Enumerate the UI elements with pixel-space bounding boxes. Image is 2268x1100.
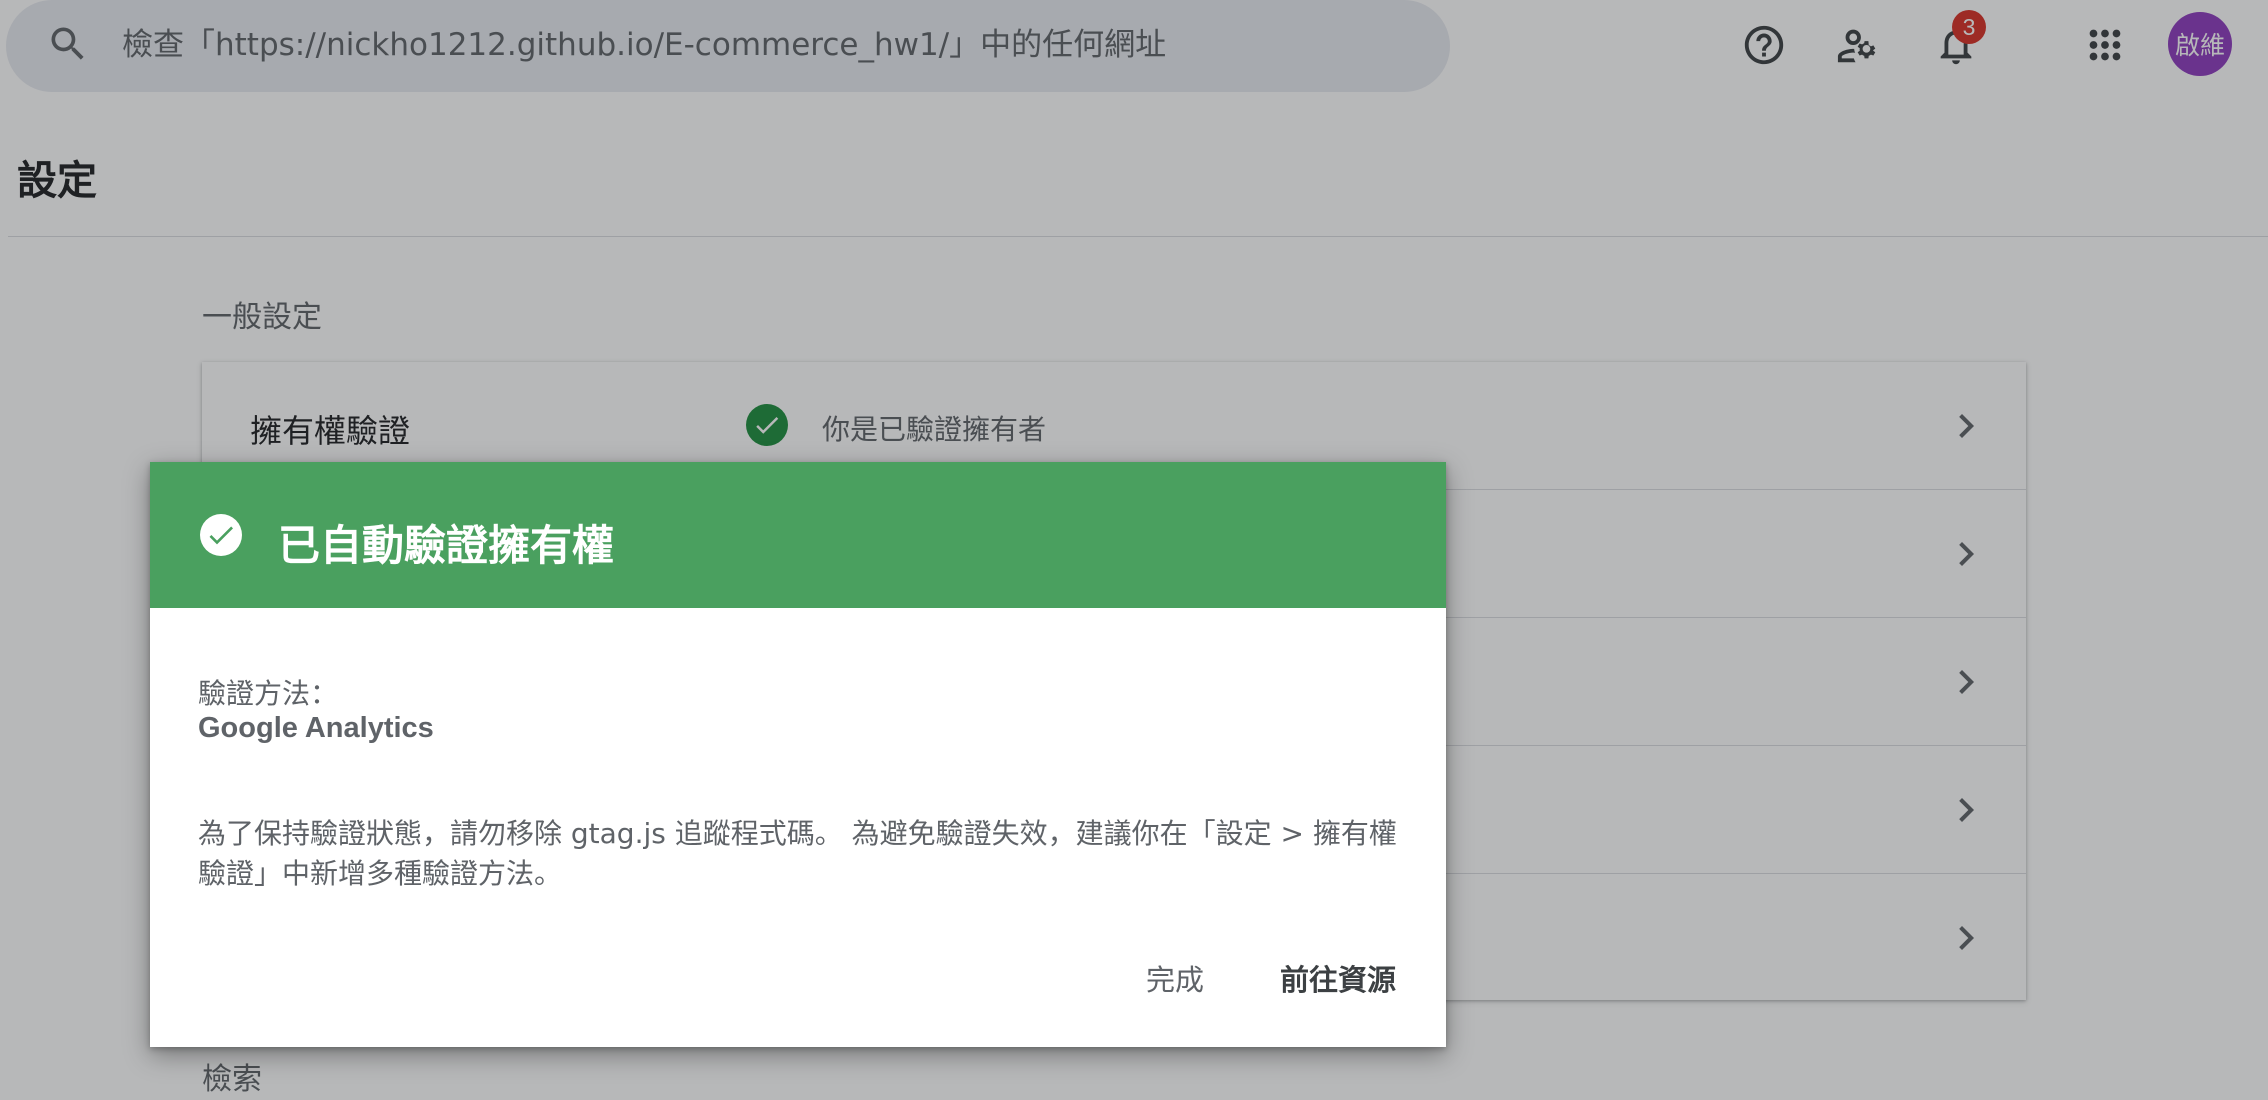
dialog-message: 為了保持驗證狀態，請勿移除 gtag.js 追蹤程式碼。 為避免驗證失效，建議你…	[198, 817, 1397, 890]
settings-page: 3 啟維 設定 一般設定 擁有權驗證 你是已驗證擁有者 檢索	[0, 0, 2268, 1100]
verification-dialog: 已自動驗證擁有權 驗證方法： Google Analytics 為了保持驗證狀態…	[150, 462, 1446, 1047]
dialog-title: 已自動驗證擁有權	[278, 521, 615, 570]
dialog-header: 已自動驗證擁有權	[150, 462, 1446, 608]
verification-method-label: 驗證方法：	[198, 677, 339, 710]
go-to-property-button[interactable]: 前往資源	[1256, 948, 1420, 1008]
done-button[interactable]: 完成	[1120, 948, 1230, 1008]
check-circle-icon	[200, 514, 242, 556]
verification-method-value: Google Analytics	[198, 712, 434, 744]
